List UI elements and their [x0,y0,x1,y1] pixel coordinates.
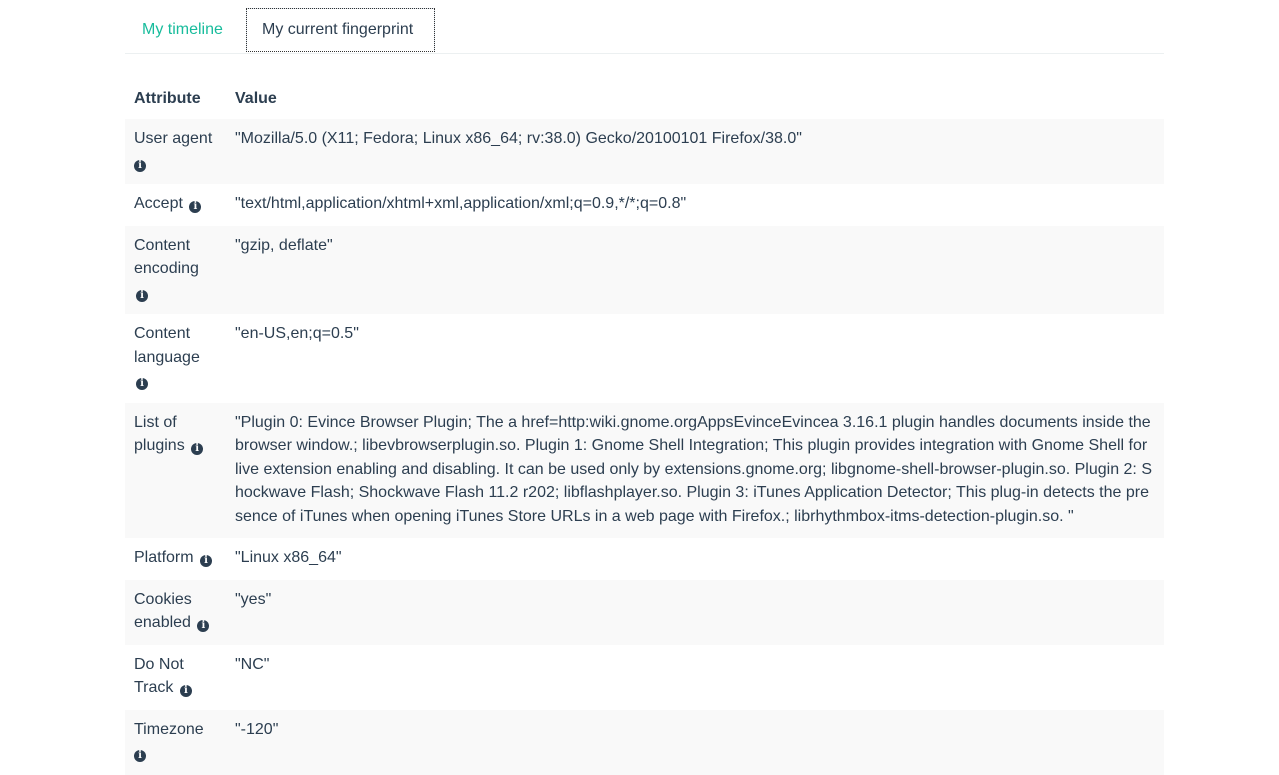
info-icon[interactable]: i [200,555,213,567]
attribute-label-line2: language [134,348,200,366]
page-container: My timeline My current fingerprint Attri… [125,0,1164,775]
info-icon[interactable]: i [134,750,146,762]
attribute-cell: Accept i [125,184,226,226]
info-icon[interactable]: i [136,378,148,390]
attribute-cell: Platform i [125,538,226,580]
info-icon[interactable]: i [191,443,204,455]
header-value: Value [235,90,277,107]
attribute-label: Content [134,325,191,342]
attribute-label-line2: plugins [134,437,185,454]
table-row: Platform i "Linux x86_64" [125,538,1164,580]
info-icon[interactable]: i [189,201,202,213]
attribute-label-line2: encoding [134,260,199,277]
info-icon[interactable]: i [136,289,148,302]
value-cell: "en-US,en;q=0.5" [235,325,359,342]
attribute-cell: Do Not Track i [125,645,226,710]
attribute-label: Platform [134,549,194,566]
attribute-cell: User agent i [125,119,226,184]
attribute-cell: Content encoding i [125,225,226,314]
value-cell: "gzip, deflate" [226,225,1164,314]
tab-my-timeline[interactable]: My timeline [127,8,238,52]
attribute-label: Do Not [134,655,184,673]
attribute-label: User agent [134,130,213,147]
value-cell: "Mozilla/5.0 (X11; Fedora; Linux x86_64;… [226,119,1164,184]
attribute-cell: Cookies enabled i [125,579,226,645]
info-icon[interactable]: i [197,620,210,632]
attribute-label: Content [134,236,191,254]
header-attribute: Attribute [134,90,201,107]
table-row: Do Not Track i "NC" [125,645,1164,710]
table-row: User agent i "Mozilla/5.0 (X11; Fedora; L… [125,119,1164,184]
tab-my-current-fingerprint[interactable]: My current fingerprint [246,8,435,52]
fingerprint-table: Attribute Value User agent i "Mozilla/5.0… [125,78,1164,775]
info-icon[interactable]: i [179,685,192,697]
table-row: Accept i "text/html,application/xhtml+xm… [125,184,1164,226]
attribute-cell: Content language i [125,314,226,403]
value-cell: "yes" [226,579,1164,645]
tab-bar: My timeline My current fingerprint [125,0,1164,54]
table-row: Content encoding i "gzip, deflate" [125,225,1164,314]
attribute-label-line2: Track [134,679,174,696]
attribute-cell: Timezone i [125,709,226,775]
table-row: List of plugins i "Plugin 0: Evince Brows… [125,402,1164,538]
value-cell: "text/html,application/xhtml+xml,applica… [235,195,687,212]
table-row: Cookies enabled i "yes" [125,579,1164,645]
info-icon[interactable]: i [134,159,146,172]
table-header-row: Attribute Value [125,78,1164,119]
attribute-label: Timezone [134,720,204,738]
attribute-label: Cookies [134,590,192,608]
attribute-label: Accept [134,195,183,212]
value-cell: "NC" [235,655,270,673]
attribute-cell: List of plugins i [125,402,226,538]
table-row: Timezone i "-120" [125,709,1164,775]
attribute-label-line2: enabled [134,614,191,631]
attribute-label: List of [134,413,177,431]
value-cell: "Linux x86_64" [235,549,342,566]
value-cell: "Plugin 0: Evince Browser Plugin; The a … [226,402,1164,538]
table-row: Content language i "en-US,en;q=0.5" [125,314,1164,403]
value-cell: "-120" [226,709,1164,775]
